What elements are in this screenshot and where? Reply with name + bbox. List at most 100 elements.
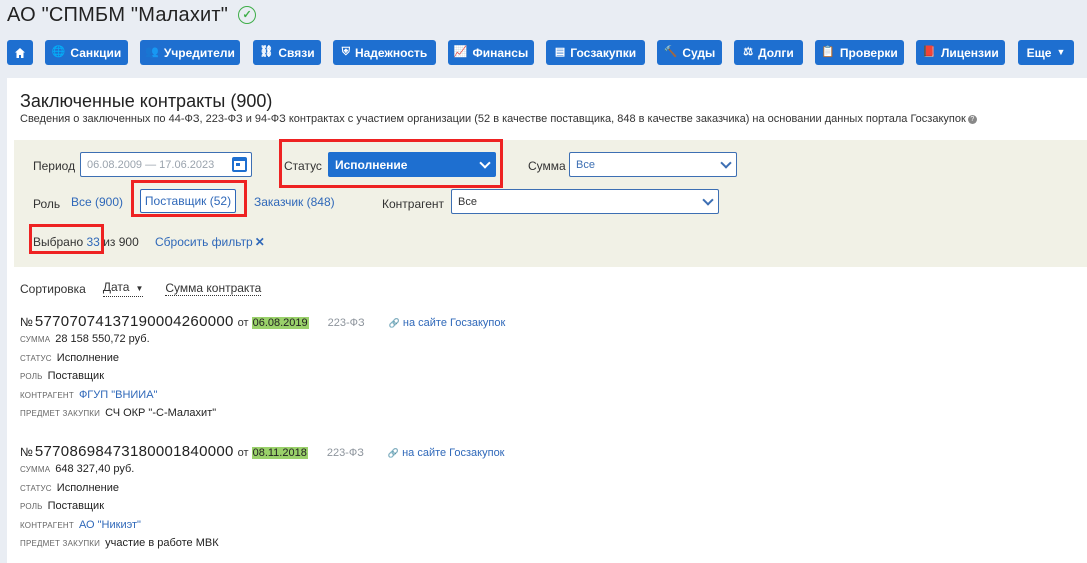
- contract-date: 06.08.2019: [251, 317, 309, 329]
- sort-by-date[interactable]: Дата ▼: [102, 280, 144, 297]
- contract-date: 08.11.2018: [251, 447, 308, 459]
- nav-more[interactable]: Еще ▼: [1018, 40, 1074, 65]
- network-icon: ⛓: [259, 46, 274, 58]
- verified-check-icon: ✓: [238, 6, 257, 24]
- users-icon: 👥: [145, 46, 159, 58]
- home-button[interactable]: [7, 40, 33, 65]
- chevron-down-icon: [702, 194, 714, 206]
- contract-sum: 28 158 550,72 руб.: [55, 333, 150, 345]
- nav-finance[interactable]: 📈 Финансы: [448, 40, 534, 65]
- selected-count: Выбрано 33 из 900: [33, 235, 139, 249]
- field-key: сумма: [20, 465, 51, 474]
- chevron-down-icon: [720, 157, 732, 169]
- nav-label: Надежность: [354, 45, 428, 60]
- role-row: роль Поставщик: [20, 500, 1070, 519]
- contract-sum: 648 327,40 руб.: [55, 463, 135, 475]
- number-sign: №: [20, 315, 33, 329]
- nav-label: Финансы: [472, 45, 529, 60]
- chart-icon: 📈: [453, 46, 468, 58]
- contract-item: № 57707074137190004260000 от 06.08.2019 …: [20, 313, 1070, 426]
- filter-panel: Период 06.08.2009 — 17.06.2023 Статус Ис…: [14, 139, 1087, 267]
- calendar-icon[interactable]: [232, 157, 247, 172]
- nav-inspections[interactable]: 📋 Проверки: [815, 40, 904, 65]
- role-label: Роль: [33, 197, 61, 211]
- sum-row: сумма 648 327,40 руб.: [20, 463, 1070, 482]
- sum-select[interactable]: Все: [569, 152, 737, 177]
- nav-links[interactable]: ⛓ Связи: [253, 40, 321, 65]
- sort-label: Сортировка: [20, 281, 86, 296]
- reset-label: Сбросить фильтр: [155, 235, 253, 249]
- status-row: статус Исполнение: [20, 482, 1070, 501]
- link-icon: 🔗: [387, 448, 400, 458]
- date-prefix: от: [237, 317, 249, 329]
- sum-label: Сумма: [528, 159, 566, 173]
- contract-number[interactable]: 57707074137190004260000: [35, 313, 234, 330]
- title-row: АО "СПМБМ "Малахит" ✓: [7, 2, 257, 28]
- period-input[interactable]: 06.08.2009 — 17.06.2023: [80, 152, 252, 177]
- status-value: Исполнение: [335, 157, 408, 172]
- contract-header: № 57708698473180001840000 от 08.11.2018 …: [20, 443, 1070, 463]
- field-key: роль: [20, 502, 43, 511]
- field-key: роль: [20, 372, 43, 381]
- contract-status: Исполнение: [56, 351, 119, 364]
- globe-icon: 🌐: [51, 46, 66, 58]
- nav-reliability[interactable]: ⛨ Надежность: [333, 40, 436, 65]
- field-key: контрагент: [20, 520, 74, 530]
- nav-debts[interactable]: ⚖ Долги: [734, 40, 803, 65]
- period-label: Период: [33, 159, 76, 173]
- contracts-card: Заключенные контракты (900) Сведения о з…: [7, 78, 1087, 563]
- period-placeholder: 06.08.2009 — 17.06.2023: [87, 158, 215, 171]
- counterparty-row: контрагент АО "Никиэт": [20, 519, 1070, 538]
- contract-counterparty[interactable]: ФГУП "ВНИИА": [79, 389, 158, 401]
- nav-label: Санкции: [70, 45, 122, 60]
- gavel-icon: 🔨: [663, 46, 678, 58]
- counterparty-select[interactable]: Все: [451, 189, 719, 214]
- counterparty-row: контрагент ФГУП "ВНИИА": [20, 389, 1070, 408]
- nav-courts[interactable]: 🔨 Суды: [657, 40, 722, 65]
- info-icon[interactable]: ?: [967, 114, 977, 124]
- nav-label: Связи: [278, 45, 315, 60]
- contract-counterparty[interactable]: АО "Никиэт": [79, 519, 141, 531]
- close-icon: ✕: [254, 235, 265, 249]
- nav-label: Проверки: [839, 45, 898, 60]
- nav-label: Долги: [758, 45, 794, 60]
- status-label: Статус: [284, 159, 322, 173]
- number-sign: №: [20, 445, 33, 459]
- reset-filter-button[interactable]: Сбросить фильтр ✕: [155, 235, 265, 249]
- external-link-label: на сайте Госзакупок: [402, 447, 505, 459]
- section-title: Заключенные контракты (900): [20, 91, 273, 111]
- section-subtitle: Сведения о заключенных по 44-ФЗ, 223-ФЗ …: [20, 113, 977, 125]
- nav-label: Еще: [1026, 45, 1052, 60]
- sum-value: Все: [576, 158, 595, 171]
- contract-subject: участие в работе МВК: [105, 537, 219, 549]
- nav-label: Лицензии: [940, 45, 999, 60]
- sort-by-amount[interactable]: Сумма контракта: [165, 281, 262, 296]
- selected-label: Выбрано: [33, 235, 84, 249]
- selected-number: 33: [86, 235, 100, 249]
- field-key: статус: [20, 353, 52, 363]
- nav-label: Госзакупки: [570, 45, 637, 60]
- sort-date-label: Дата: [102, 280, 130, 294]
- role-customer[interactable]: Заказчик (848): [254, 195, 335, 209]
- nav-label: Учредители: [163, 45, 235, 60]
- nav-procurement[interactable]: ▤ Госзакупки: [546, 40, 645, 65]
- role-supplier[interactable]: Поставщик (52): [140, 189, 236, 213]
- field-key: предмет закупки: [20, 539, 101, 548]
- field-key: сумма: [20, 335, 51, 344]
- field-key: контрагент: [20, 390, 74, 400]
- external-link[interactable]: 🔗 на сайте Госзакупок: [389, 317, 506, 329]
- chevron-down-icon: [479, 157, 491, 169]
- role-all[interactable]: Все (900): [71, 195, 123, 209]
- contract-header: № 57707074137190004260000 от 06.08.2019 …: [20, 313, 1070, 333]
- nav-label: Суды: [682, 45, 716, 60]
- nav-sanctions[interactable]: 🌐 Санкции: [45, 40, 128, 65]
- chevron-down-icon: ▼: [1056, 47, 1066, 57]
- sum-row: сумма 28 158 550,72 руб.: [20, 333, 1070, 352]
- contract-law: 223-ФЗ: [326, 447, 364, 459]
- contract-number[interactable]: 57708698473180001840000: [35, 443, 234, 460]
- status-select[interactable]: Исполнение: [328, 152, 496, 177]
- nav-founders[interactable]: 👥 Учредители: [140, 40, 240, 65]
- nav-licenses[interactable]: 📕 Лицензии: [916, 40, 1005, 65]
- external-link[interactable]: 🔗 на сайте Госзакупок: [388, 447, 505, 459]
- book-icon: 📕: [922, 46, 936, 58]
